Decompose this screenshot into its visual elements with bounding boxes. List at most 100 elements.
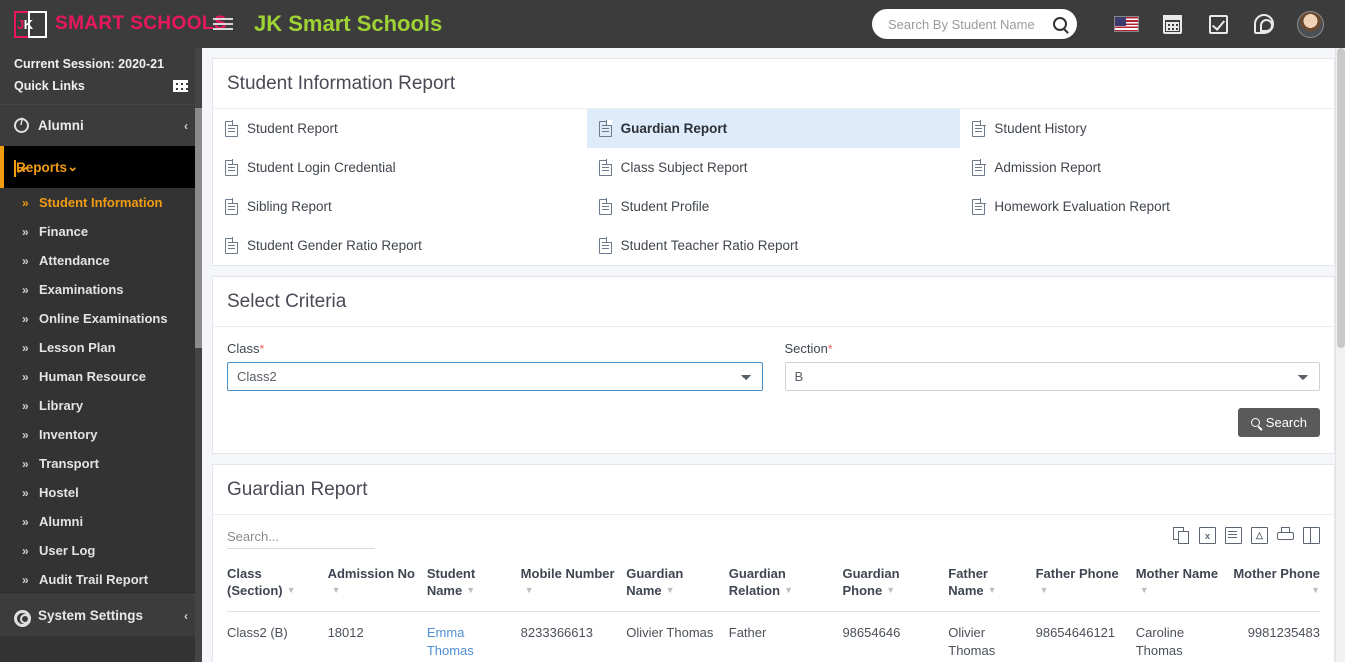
tasks-button[interactable] — [1195, 0, 1241, 48]
calendar-button[interactable] — [1149, 0, 1195, 48]
column-header-guardian-name[interactable]: Guardian Name ▼ — [626, 565, 729, 612]
chevron-down-icon: ⌄ — [67, 159, 79, 174]
sidebar-scrollbar[interactable] — [195, 48, 202, 662]
sidebar-item-reports[interactable]: Reports ⌄ — [0, 146, 202, 188]
global-search[interactable] — [872, 9, 1077, 39]
column-header-mother-name[interactable]: Mother Name▼ — [1135, 565, 1229, 612]
column-header-label: Guardian Relation — [728, 566, 786, 598]
document-icon — [225, 120, 239, 137]
sidebar-item-transport[interactable]: » Transport — [0, 449, 202, 478]
report-link-student-history[interactable]: Student History — [960, 109, 1334, 148]
document-icon — [598, 159, 613, 176]
column-header-father-name[interactable]: Father Name ▼ — [948, 565, 1036, 612]
sidebar-item-label: Online Examinations — [39, 311, 168, 326]
print-icon[interactable] — [1277, 527, 1294, 544]
copy-icon[interactable] — [1173, 527, 1190, 544]
language-flag-button[interactable] — [1103, 0, 1149, 48]
menu-toggle-icon[interactable] — [212, 13, 234, 35]
column-header-guardian-phone[interactable]: Guardian Phone ▼ — [842, 565, 949, 612]
sort-caret-icon[interactable]: ▼ — [1311, 582, 1320, 599]
column-header-class-section[interactable]: Class (Section) ▼ — [227, 565, 328, 612]
search-input[interactable] — [886, 15, 1053, 33]
column-header-label: Class (Section) — [227, 566, 283, 598]
sidebar-item-audit-trail-report[interactable]: » Audit Trail Report — [0, 565, 202, 594]
sidebar-item-user-log[interactable]: » User Log — [0, 536, 202, 565]
document-icon — [972, 120, 986, 137]
report-link-student-login-credential[interactable]: Student Login Credential — [213, 148, 587, 187]
report-link-label: Student Login Credential — [247, 160, 396, 175]
grid-icon[interactable] — [173, 80, 188, 92]
sidebar-item-hostel[interactable]: » Hostel — [0, 478, 202, 507]
report-link-admission-report[interactable]: Admission Report — [960, 148, 1334, 187]
quick-links-row[interactable]: Quick Links — [14, 79, 188, 93]
sidebar-item-system-settings[interactable]: System Settings ‹ — [0, 594, 202, 636]
column-header-label: Guardian Name — [626, 566, 684, 598]
sort-caret-icon[interactable]: ▼ — [287, 582, 296, 599]
column-header-admission-no[interactable]: Admission No▼ — [327, 565, 427, 612]
report-link-class-subject-report[interactable]: Class Subject Report — [587, 148, 961, 187]
document-icon — [972, 198, 986, 215]
profile-button[interactable] — [1287, 0, 1333, 48]
chevron-right-icon: » — [22, 195, 29, 210]
top-navigation-bar: JK SMART SCHOOLS JK Smart Schools — [0, 0, 1345, 48]
column-header-mobile-number[interactable]: Mobile Number▼ — [520, 565, 627, 612]
column-header-father-phone[interactable]: Father Phone▼ — [1035, 565, 1136, 612]
excel-icon[interactable]: x — [1199, 527, 1216, 544]
report-links-grid: Student Report Guardian Report Student His… — [213, 109, 1334, 265]
class-select[interactable]: Class2 — [227, 362, 763, 391]
column-header-student-name[interactable]: Student Name ▼ — [426, 565, 521, 612]
search-icon[interactable] — [1053, 17, 1067, 31]
info-icon — [14, 117, 38, 133]
section-select[interactable]: B — [784, 362, 1320, 391]
sort-caret-icon[interactable]: ▼ — [1040, 582, 1049, 599]
sort-caret-icon[interactable]: ▼ — [466, 582, 475, 599]
search-button[interactable]: Search — [1237, 408, 1320, 437]
sort-caret-icon[interactable]: ▼ — [988, 582, 997, 599]
sort-caret-icon[interactable]: ▼ — [886, 582, 895, 599]
pdf-icon[interactable]: △ — [1251, 527, 1268, 544]
report-link-sibling-report[interactable]: Sibling Report — [213, 187, 587, 226]
sidebar-item-attendance[interactable]: » Attendance — [0, 246, 202, 275]
sidebar-item-examinations[interactable]: » Examinations — [0, 275, 202, 304]
report-link-label: Student Report — [247, 121, 338, 136]
whatsapp-button[interactable] — [1241, 0, 1287, 48]
report-link-label: Student Teacher Ratio Report — [620, 238, 799, 253]
quick-links-label: Quick Links — [14, 79, 85, 93]
sidebar-item-student-information[interactable]: » Student Information — [0, 188, 202, 217]
cell-student-name[interactable]: Emma Thomas — [426, 611, 521, 662]
sidebar-item-alumni[interactable]: » Alumni — [0, 507, 202, 536]
sidebar-item-online-examinations[interactable]: » Online Examinations — [0, 304, 202, 333]
report-link-guardian-report[interactable]: Guardian Report — [586, 109, 961, 148]
sidebar-item-label: Hostel — [39, 485, 79, 500]
sidebar-item-human-resource[interactable]: » Human Resource — [0, 362, 202, 391]
sidebar-item-inventory[interactable]: » Inventory — [0, 420, 202, 449]
column-header-mother-phone[interactable]: Mother Phone▼ — [1228, 565, 1320, 612]
report-link-label: Class Subject Report — [620, 160, 748, 175]
report-link-student-report[interactable]: Student Report — [213, 109, 587, 148]
main-scrollbar[interactable] — [1335, 48, 1345, 662]
cell-father-name: Olivier Thomas — [948, 611, 1036, 662]
sidebar-item-alumni-top[interactable]: Alumni ‹ — [0, 104, 202, 146]
csv-icon[interactable] — [1225, 527, 1242, 544]
session-block: Current Session: 2020-21 Quick Links — [0, 48, 202, 104]
table-search-input[interactable] — [227, 527, 375, 549]
report-link-student-teacher-ratio-report[interactable]: Student Teacher Ratio Report — [587, 226, 961, 265]
sidebar-item-finance[interactable]: » Finance — [0, 217, 202, 246]
sort-caret-icon[interactable]: ▼ — [525, 582, 534, 599]
student-name-link[interactable]: Emma Thomas — [427, 625, 474, 658]
sort-caret-icon[interactable]: ▼ — [332, 582, 341, 599]
column-header-guardian-relation[interactable]: Guardian Relation ▼ — [728, 565, 843, 612]
sort-caret-icon[interactable]: ▼ — [1140, 582, 1149, 599]
report-link-student-gender-ratio-report[interactable]: Student Gender Ratio Report — [213, 226, 587, 265]
sort-caret-icon[interactable]: ▼ — [784, 582, 793, 599]
column-visibility-icon[interactable] — [1303, 527, 1320, 544]
report-link-student-profile[interactable]: Student Profile — [587, 187, 961, 226]
sidebar-scroll-thumb[interactable] — [195, 108, 202, 348]
sort-caret-icon[interactable]: ▼ — [666, 582, 675, 599]
required-marker: * — [827, 342, 833, 356]
sidebar-item-lesson-plan[interactable]: » Lesson Plan — [0, 333, 202, 362]
main-scroll-thumb[interactable] — [1337, 48, 1345, 348]
brand-logo[interactable]: JK SMART SCHOOLS — [0, 0, 227, 48]
report-link-homework-evaluation-report[interactable]: Homework Evaluation Report — [960, 187, 1334, 226]
sidebar-item-library[interactable]: » Library — [0, 391, 202, 420]
